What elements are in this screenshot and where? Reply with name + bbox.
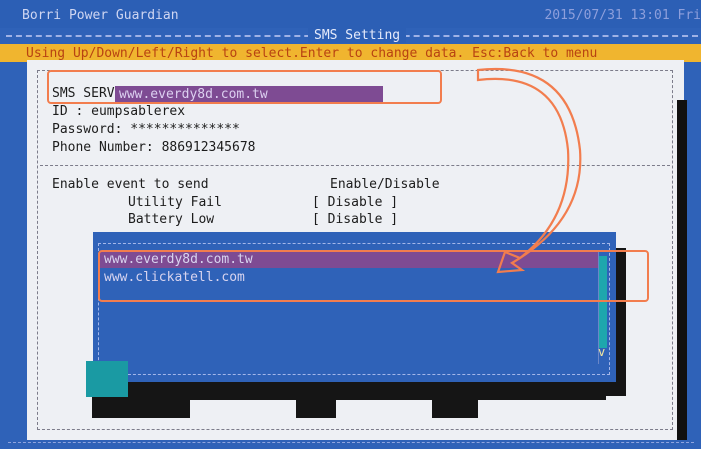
shadow-gap	[336, 400, 432, 418]
screen-title: SMS Setting	[308, 28, 407, 43]
shadow-gap	[190, 400, 296, 418]
password-field[interactable]: Password: **************	[52, 122, 240, 137]
id-field[interactable]: ID : eumpsablerex	[52, 104, 185, 119]
battery-low-toggle[interactable]: [ Disable ]	[312, 212, 398, 227]
phone-number-field[interactable]: Phone Number: 886912345678	[52, 140, 256, 155]
utility-fail-label: Utility Fail	[128, 195, 222, 210]
hint-text: Using Up/Down/Left/Right to select.Enter…	[26, 46, 598, 61]
enable-column-heading: Enable/Disable	[330, 177, 440, 192]
bottom-divider	[8, 442, 694, 443]
section-divider	[40, 165, 670, 166]
cursor-block	[86, 361, 128, 397]
callout-dropdown-options	[98, 250, 649, 302]
scroll-down-arrow-icon[interactable]: v	[598, 345, 605, 359]
datetime-readout: 2015/07/31 13:01 Fri	[544, 8, 701, 23]
terminal-screen: Borri Power Guardian 2015/07/31 13:01 Fr…	[0, 0, 701, 449]
callout-sms-server	[47, 70, 442, 104]
panel-shadow	[677, 100, 687, 440]
utility-fail-toggle[interactable]: [ Disable ]	[312, 195, 398, 210]
shadow-gap	[478, 400, 608, 418]
app-title: Borri Power Guardian	[22, 8, 179, 23]
battery-low-label: Battery Low	[128, 212, 215, 227]
events-heading: Enable event to send	[52, 177, 209, 192]
